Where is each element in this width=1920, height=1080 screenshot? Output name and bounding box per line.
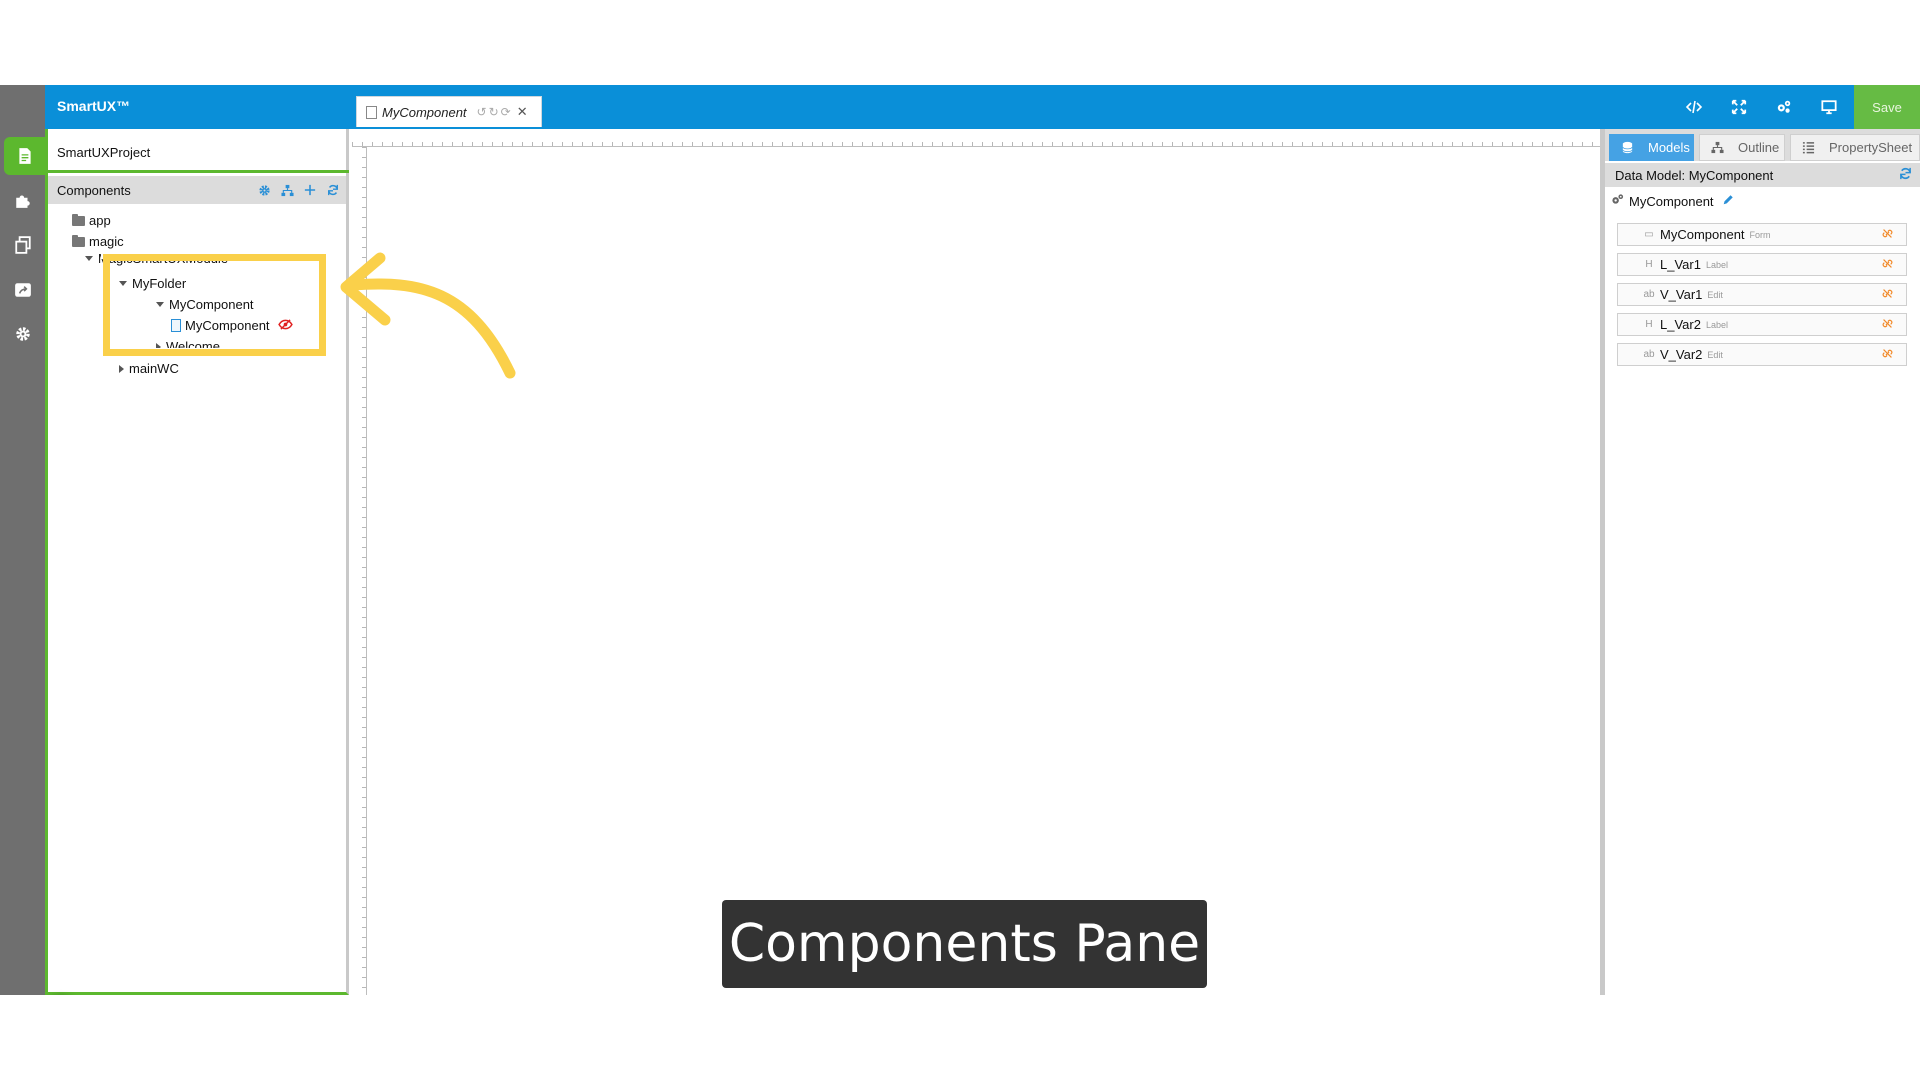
data-model-row-name: V_Var2	[1660, 347, 1703, 362]
data-model-root-label: MyComponent	[1629, 193, 1714, 209]
gears-icon	[1611, 193, 1624, 209]
document-icon	[366, 105, 377, 119]
data-model-row-name: L_Var2	[1660, 317, 1701, 332]
project-title: SmartUXProject	[57, 145, 151, 160]
control-type-icon: ab	[1643, 289, 1655, 300]
data-model-row[interactable]: ab V_Var2 Edit	[1617, 343, 1907, 366]
tab-mycomponent[interactable]: MyComponent ↺↻⟳ ✕	[356, 96, 542, 127]
unlink-icon[interactable]	[1882, 228, 1893, 242]
tab-label: Outline	[1738, 140, 1780, 155]
folder-icon	[72, 213, 85, 226]
top-bar: SmartUX™ MyComponent ↺↻⟳ ✕ Save	[45, 85, 1920, 129]
tab-models[interactable]: Models	[1609, 134, 1694, 161]
tree-folder-mainwc[interactable]: mainWC	[119, 361, 179, 376]
right-pane: Models Outline PropertySheet Data Model:…	[1605, 129, 1920, 995]
screenshot-stage: SmartUX™ MyComponent ↺↻⟳ ✕ Save SmartUXP…	[0, 0, 1920, 1080]
tab-label: MyComponent	[382, 104, 467, 120]
tab-label: PropertySheet	[1829, 140, 1913, 155]
unlink-icon[interactable]	[1882, 318, 1893, 332]
control-type-icon: H	[1645, 259, 1653, 270]
tree-folder-app[interactable]: app	[72, 213, 111, 228]
code-icon[interactable]	[1685, 98, 1703, 116]
components-title: Components	[57, 183, 131, 198]
tree-label: app	[89, 213, 111, 228]
icon-rail	[0, 85, 45, 995]
undo-redo-refresh-icons[interactable]: ↺↻⟳	[477, 105, 513, 119]
tab-label: Models	[1648, 140, 1690, 155]
data-model-row[interactable]: H L_Var2 Label	[1617, 313, 1907, 336]
monitor-icon[interactable]	[1820, 98, 1838, 116]
smartux-app: SmartUX™ MyComponent ↺↻⟳ ✕ Save SmartUXP…	[0, 85, 1920, 995]
data-model-row-name: L_Var1	[1660, 257, 1701, 272]
data-model-row-type: Label	[1705, 319, 1728, 330]
data-model-row-name: V_Var1	[1660, 287, 1703, 302]
data-model-row-type: Edit	[1707, 349, 1723, 360]
rail-components-button[interactable]	[0, 181, 45, 219]
design-canvas[interactable]	[352, 129, 1600, 995]
tab-propertysheet[interactable]: PropertySheet	[1790, 134, 1920, 161]
settings-gear-icon[interactable]	[257, 182, 271, 198]
chevron-down-icon	[85, 256, 93, 261]
unlink-icon[interactable]	[1882, 348, 1893, 362]
components-header: Components	[48, 176, 346, 204]
tree-folder-magic[interactable]: magic	[72, 234, 124, 249]
horizontal-ruler	[352, 129, 1600, 147]
project-pane: SmartUXProject Components app magic MyFo…	[45, 129, 349, 995]
add-icon[interactable]	[303, 182, 317, 198]
gear-icon	[15, 327, 30, 341]
tree-label: mainWC	[129, 361, 179, 376]
vertical-ruler	[352, 147, 367, 995]
puzzle-icon	[15, 195, 30, 208]
control-type-icon: H	[1645, 319, 1653, 330]
database-icon	[1620, 141, 1634, 155]
rail-settings-button[interactable]	[0, 315, 45, 353]
data-model-row-type: Edit	[1707, 289, 1723, 300]
data-model-header: Data Model: MyComponent	[1605, 163, 1920, 187]
pencil-icon[interactable]	[1722, 194, 1734, 209]
control-type-icon: ▭	[1644, 229, 1654, 240]
data-model-row-name: MyComponent	[1660, 227, 1745, 242]
data-model-row[interactable]: H L_Var1 Label	[1617, 253, 1907, 276]
caption-banner: Components Pane	[722, 900, 1207, 988]
brand-title: SmartUX™	[57, 98, 131, 114]
highlight-box	[103, 254, 326, 356]
hierarchy-icon[interactable]	[280, 182, 294, 198]
rail-document-button[interactable]	[4, 137, 45, 175]
data-model-row-type: Label	[1705, 259, 1728, 270]
copy-icon	[14, 236, 31, 254]
divider	[48, 170, 349, 173]
data-model-row[interactable]: ▭ MyComponent Form	[1617, 223, 1907, 246]
refresh-icon[interactable]	[326, 182, 340, 198]
data-model-title: Data Model: MyComponent	[1615, 168, 1774, 183]
unlink-icon[interactable]	[1882, 288, 1893, 302]
data-model-root[interactable]: MyComponent	[1611, 193, 1734, 209]
tab-outline[interactable]: Outline	[1699, 134, 1785, 161]
chevron-right-icon	[119, 364, 124, 373]
rail-share-button[interactable]	[0, 271, 45, 309]
control-type-icon: ab	[1643, 349, 1655, 360]
right-pane-tabs: Models Outline PropertySheet	[1605, 129, 1920, 161]
document-icon	[18, 148, 31, 164]
sitemap-icon	[1710, 141, 1724, 155]
folder-icon	[72, 234, 85, 247]
data-model-row-type: Form	[1749, 229, 1771, 240]
fullscreen-icon[interactable]	[1730, 98, 1748, 116]
components-toolbar	[257, 182, 340, 198]
save-button[interactable]: Save	[1854, 85, 1920, 129]
refresh-icon[interactable]	[1899, 167, 1912, 183]
rail-copy-button[interactable]	[0, 226, 45, 264]
close-icon[interactable]: ✕	[517, 104, 528, 120]
tree-label: magic	[89, 234, 124, 249]
share-icon	[14, 283, 31, 297]
data-model-row[interactable]: ab V_Var1 Edit	[1617, 283, 1907, 306]
unlink-icon[interactable]	[1882, 258, 1893, 272]
gears-icon[interactable]	[1775, 98, 1793, 116]
list-icon	[1801, 141, 1815, 155]
